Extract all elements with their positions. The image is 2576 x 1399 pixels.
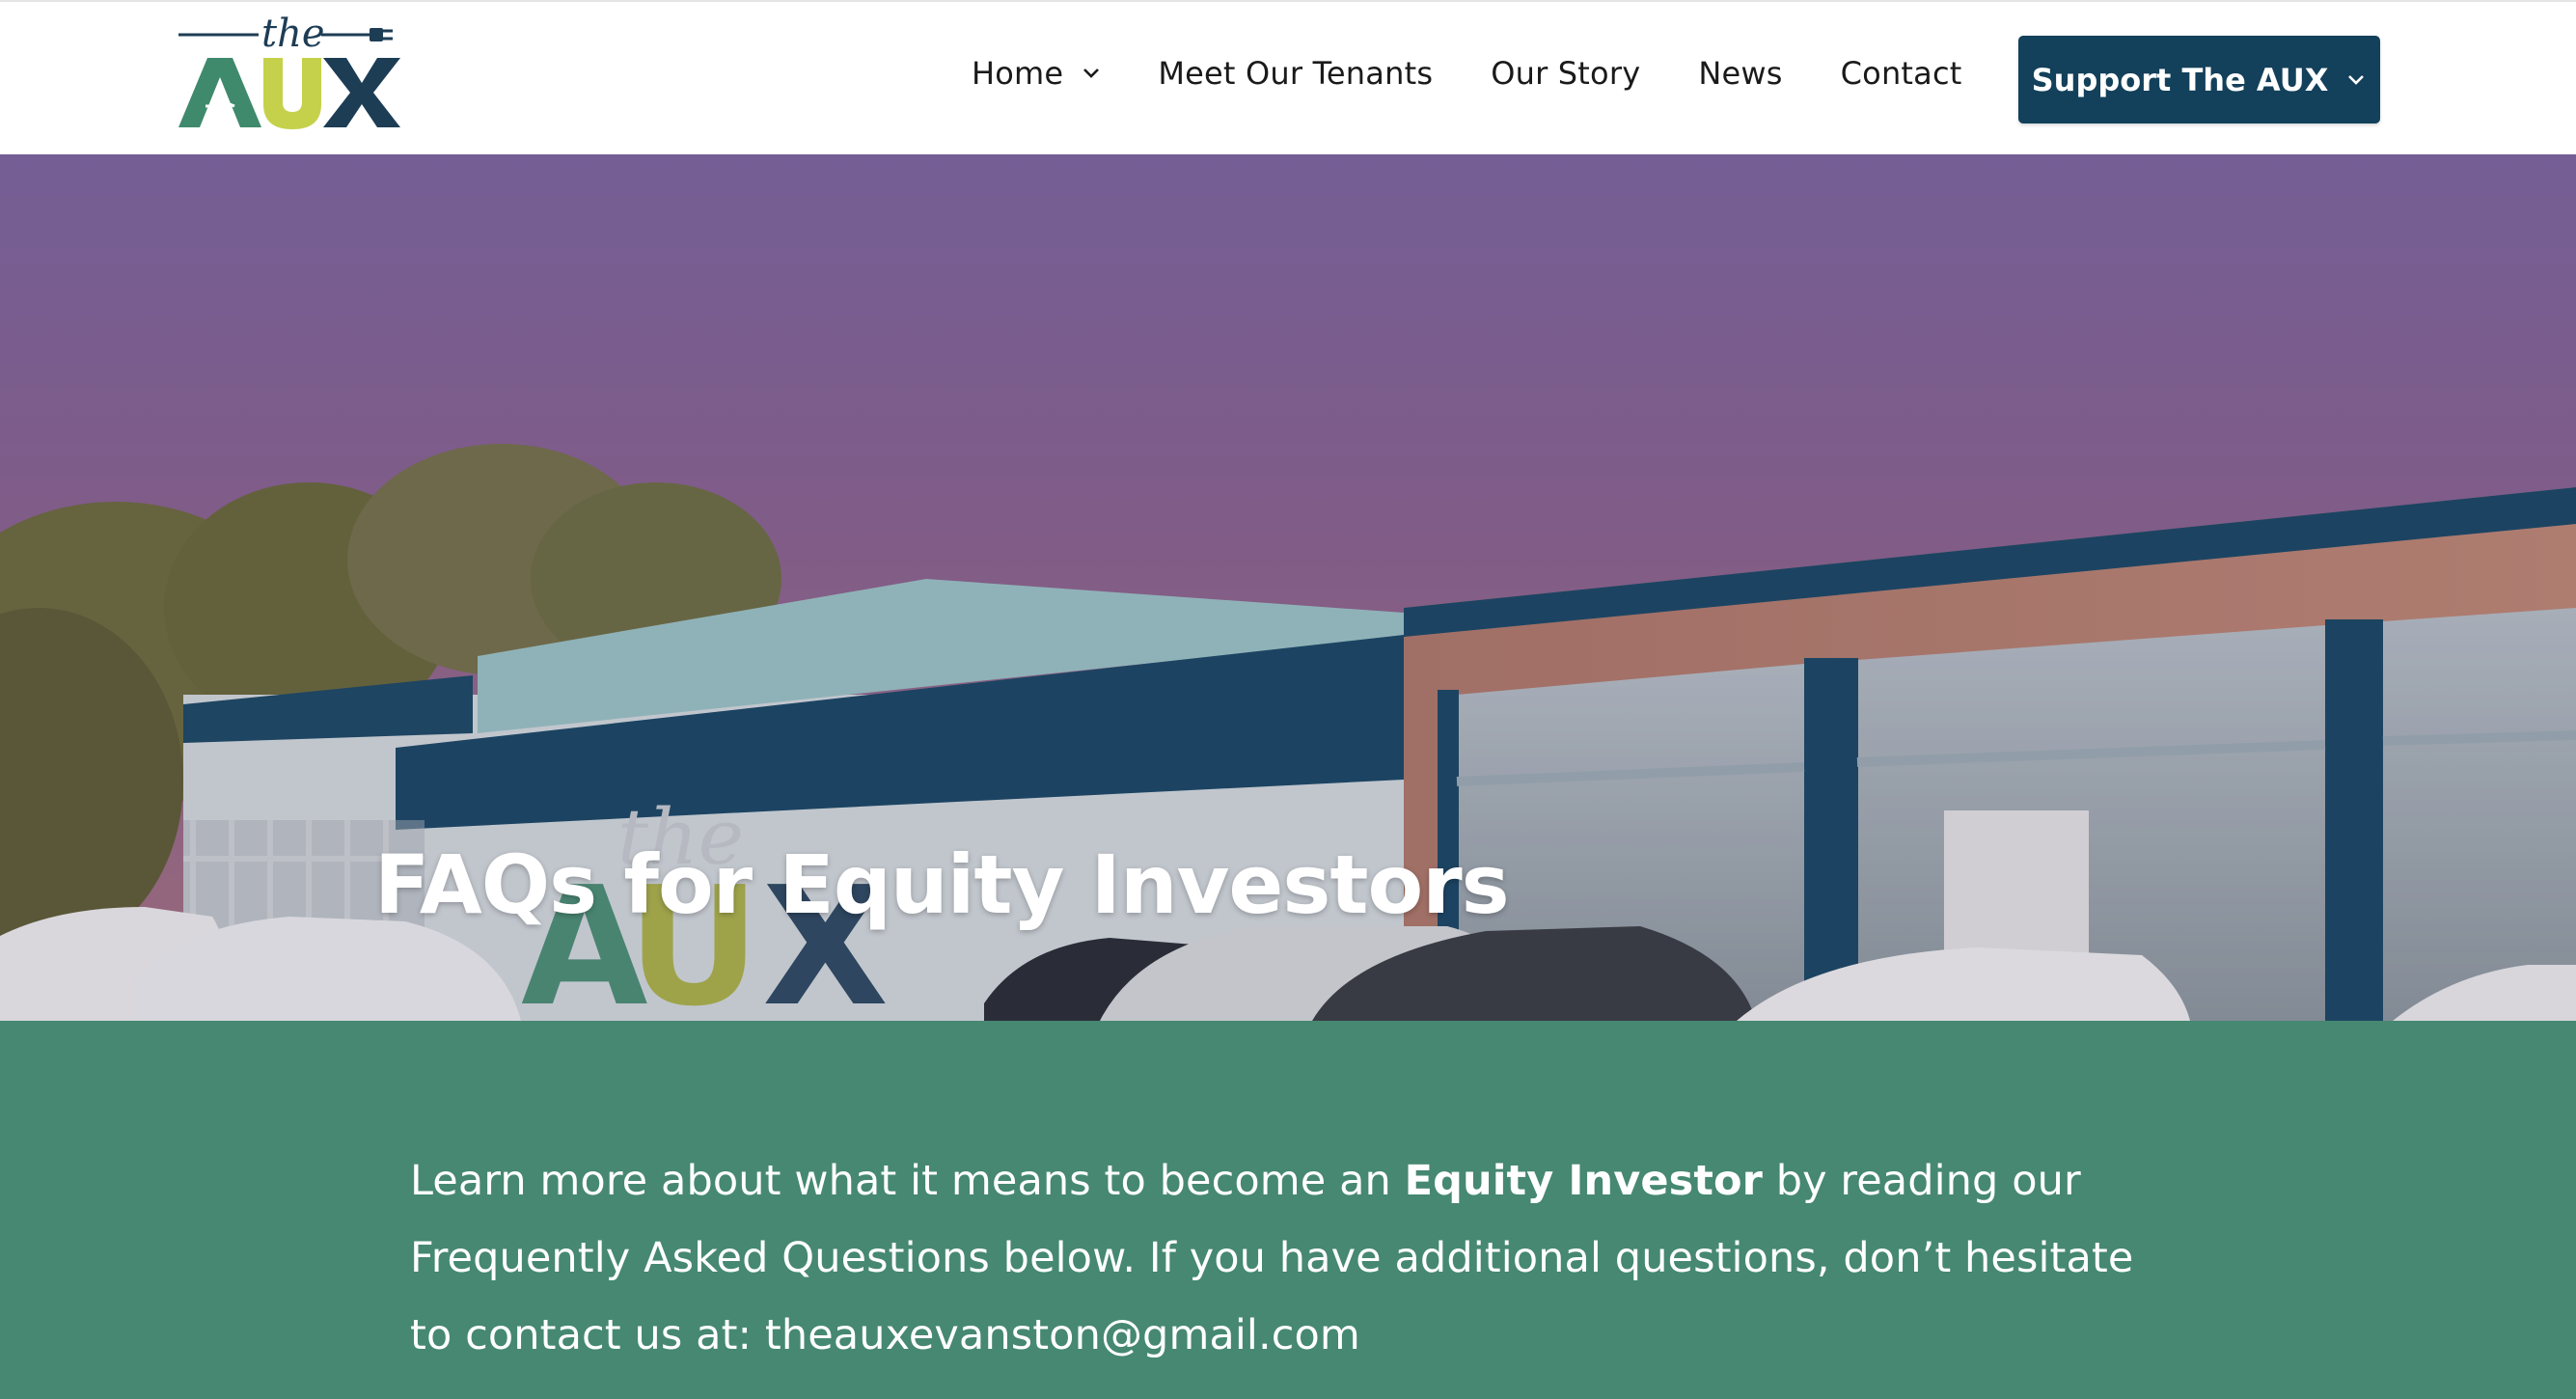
nav-meet-our-tenants[interactable]: Meet Our Tenants <box>1158 55 1433 92</box>
support-the-aux-button[interactable]: Support The AUX <box>2018 36 2380 123</box>
nav-home-label: Home <box>972 55 1064 92</box>
nav-story-label: Our Story <box>1491 55 1641 92</box>
main-nav: Home Meet Our Tenants Our Story News Con… <box>972 48 1962 98</box>
support-button-label: Support The AUX <box>2031 61 2329 98</box>
nav-contact-label: Contact <box>1840 55 1962 92</box>
nav-news[interactable]: News <box>1698 55 1782 92</box>
chevron-down-icon <box>2348 74 2365 85</box>
chevron-down-icon <box>1083 69 1100 78</box>
nav-tenants-label: Meet Our Tenants <box>1158 55 1434 92</box>
intro-text-part1: Learn more about what it means to become… <box>410 1157 1405 1205</box>
contact-email-link[interactable]: theauxevanston@gmail.com <box>765 1311 1360 1359</box>
intro-bold-equity-investor: Equity Investor <box>1404 1157 1763 1205</box>
site-header: the Home Meet Our Tenants Our Story News <box>0 0 2576 154</box>
logo-script: the <box>261 12 325 56</box>
intro-section: Learn more about what it means to become… <box>0 1021 2576 1399</box>
hero-banner: the A U X FAQs for Equity Investors <box>0 154 2576 1021</box>
intro-paragraph: Learn more about what it means to become… <box>410 1142 2166 1374</box>
aux-logo[interactable]: the <box>177 10 400 133</box>
nav-our-story[interactable]: Our Story <box>1491 55 1640 92</box>
page-title: FAQs for Equity Investors <box>374 837 1510 932</box>
nav-contact[interactable]: Contact <box>1841 55 1962 92</box>
nav-home[interactable]: Home <box>972 55 1102 92</box>
nav-news-label: News <box>1698 55 1783 92</box>
